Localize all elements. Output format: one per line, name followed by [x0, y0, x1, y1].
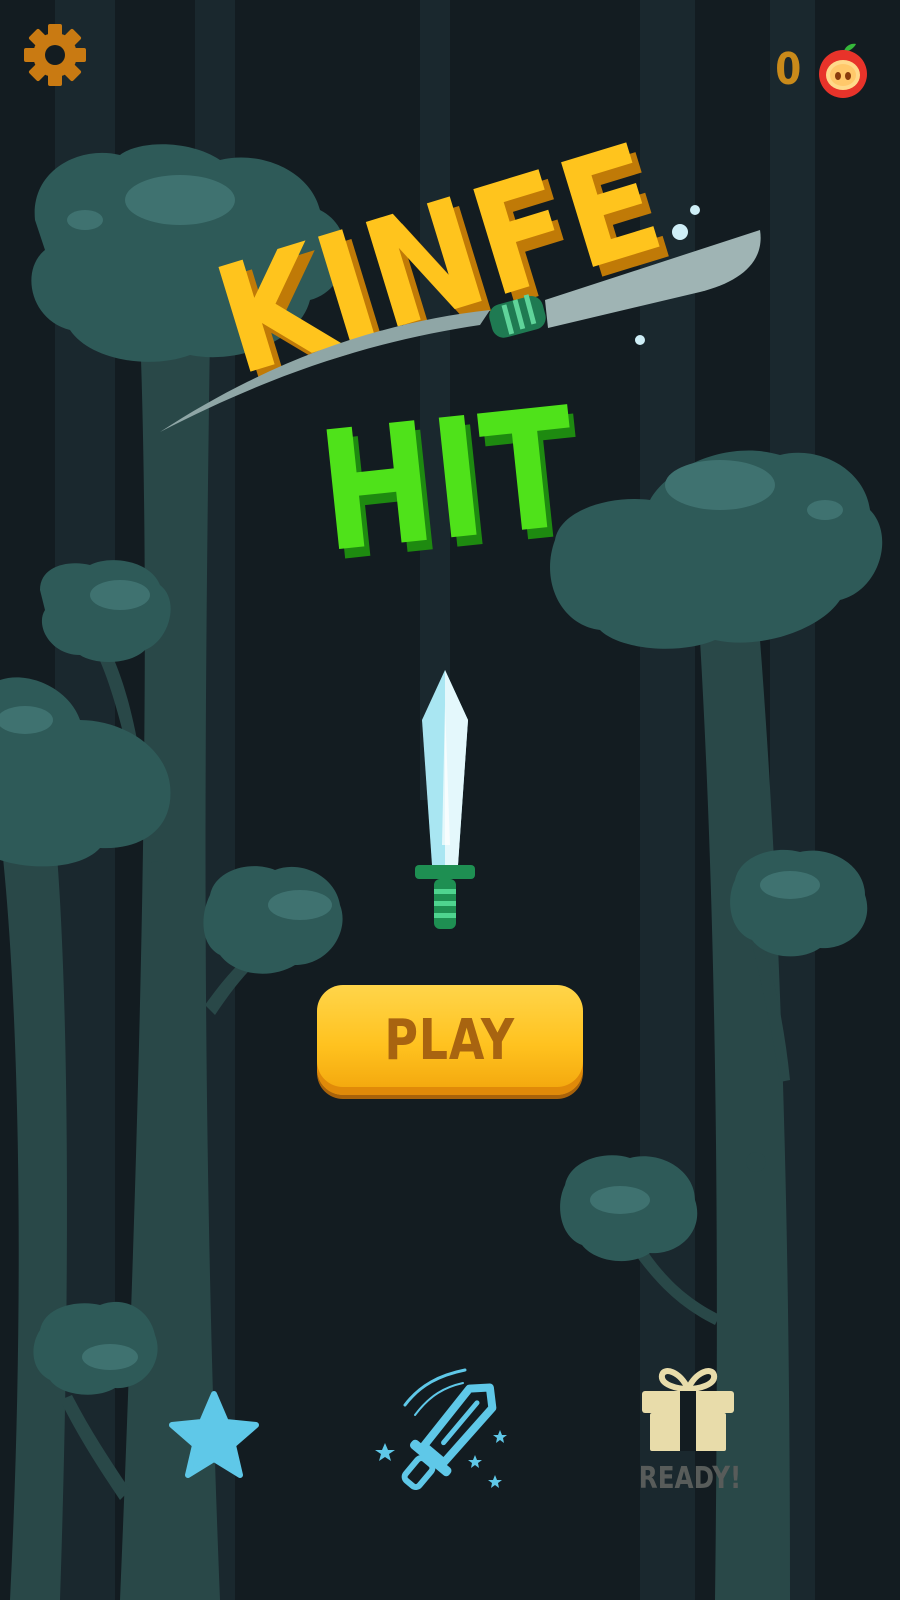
logo-word-2: HIT [311, 372, 585, 590]
play-button-label: PLAY [384, 1007, 516, 1073]
knives-shop-button[interactable] [375, 1365, 525, 1505]
sword-icon [375, 1368, 507, 1491]
game-menu-screen: 0 KINFE KINFE HIT HIT PLAY READY! [0, 0, 900, 1600]
gift-button[interactable]: READY! [628, 1365, 748, 1505]
star-icon [169, 1391, 259, 1478]
gift-status-label: READY! [638, 1461, 742, 1496]
game-logo: KINFE KINFE HIT HIT [160, 112, 761, 599]
logo-word-1: KINFE [198, 112, 679, 410]
selected-knife-sword-icon [415, 670, 475, 929]
rate-star-button[interactable] [168, 1390, 260, 1480]
gift-icon [642, 1368, 734, 1451]
play-button[interactable]: PLAY [317, 985, 583, 1095]
